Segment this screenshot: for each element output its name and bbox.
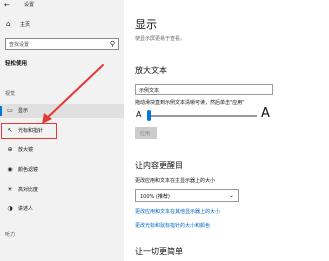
cursor-settings-link[interactable]: 更改光标和鼠标指针的大小和颜色 [135,222,210,229]
main-pane: 显示 使显示屏更易于查看。 放大文本 示例文本 拖动滑块直到示例文本清晰可读，然… [124,0,329,261]
scale-select[interactable]: 100% (推荐) ⌄ [135,189,239,202]
apply-button[interactable]: 应用 [135,127,157,139]
category-heading: 轻松使用 [5,61,28,67]
sidebar-item-label: 讲述人 [18,206,34,212]
back-arrow-icon[interactable]: ← [4,1,14,9]
sidebar: ← 设置 ⌂ 主页 查找设置 ⚲ 轻松使用 视觉 ▭ 显示 ↖ 光标和指针 ⊕ … [0,0,124,261]
sidebar-item-high-contrast[interactable]: ☀ 高对比度 [0,183,124,197]
narrator-icon: ◑ [7,205,13,212]
page-title: 显示 [135,18,157,31]
sidebar-item-narrator[interactable]: ◑ 讲述人 [0,202,124,216]
title-bar: ← 设置 [4,0,34,9]
sidebar-item-label: 显示 [18,108,29,114]
slider-max-label: A [261,106,270,121]
monitor-icon: ▭ [7,107,13,114]
search-placeholder: 查找设置 [9,42,30,48]
text-size-slider[interactable] [147,115,257,117]
apply-button-label: 应用 [140,131,151,137]
search-icon[interactable]: ⚲ [110,40,115,48]
sidebar-item-color-filter[interactable]: ◉ 颜色滤镜 [0,163,124,177]
window-title: 设置 [24,2,35,8]
sample-text-box: 示例文本 [135,84,273,95]
slider-min-label: A [136,110,142,119]
sample-text: 示例文本 [139,88,160,94]
color-filter-icon: ◉ [7,166,13,173]
section-heading-make-bigger: 让内容更醒目 [135,161,183,170]
home-icon: ⌂ [6,20,11,28]
scale-select-value: 100% (推荐) [140,194,170,200]
scale-field-label: 更改应用和文本在主显示器上的大小 [135,178,216,184]
chevron-down-icon: ⌄ [228,192,234,199]
sidebar-item-label: 高对比度 [18,187,39,193]
contrast-icon: ☀ [7,186,13,193]
magnifier-icon: ⊕ [7,146,13,153]
home-label: 主页 [20,21,31,28]
sidebar-item-home[interactable]: ⌂ 主页 [6,20,30,28]
sidebar-item-magnifier[interactable]: ⊕ 放大镜 [0,143,124,157]
group-label-hearing: 听力 [5,232,16,238]
slider-instruction: 拖动滑块直到示例文本清晰可读，然后单击"应用" [135,100,245,106]
group-label-vision: 视觉 [5,91,16,97]
page-description: 使显示屏更易于查看。 [135,36,186,42]
slider-thumb[interactable] [147,110,151,121]
section-heading-enlarge-text: 放大文本 [135,66,167,75]
other-display-link[interactable]: 更改应用和文本在其他显示器上的大小 [135,208,220,215]
annotation-highlight-box [1,123,57,139]
sidebar-item-display[interactable]: ▭ 显示 [0,104,124,118]
sidebar-item-label: 颜色滤镜 [18,167,39,173]
search-input[interactable]: 查找设置 ⚲ [5,38,119,50]
sidebar-item-label: 放大镜 [18,147,34,153]
section-heading-simplify: 让一切更简单 [135,247,183,256]
